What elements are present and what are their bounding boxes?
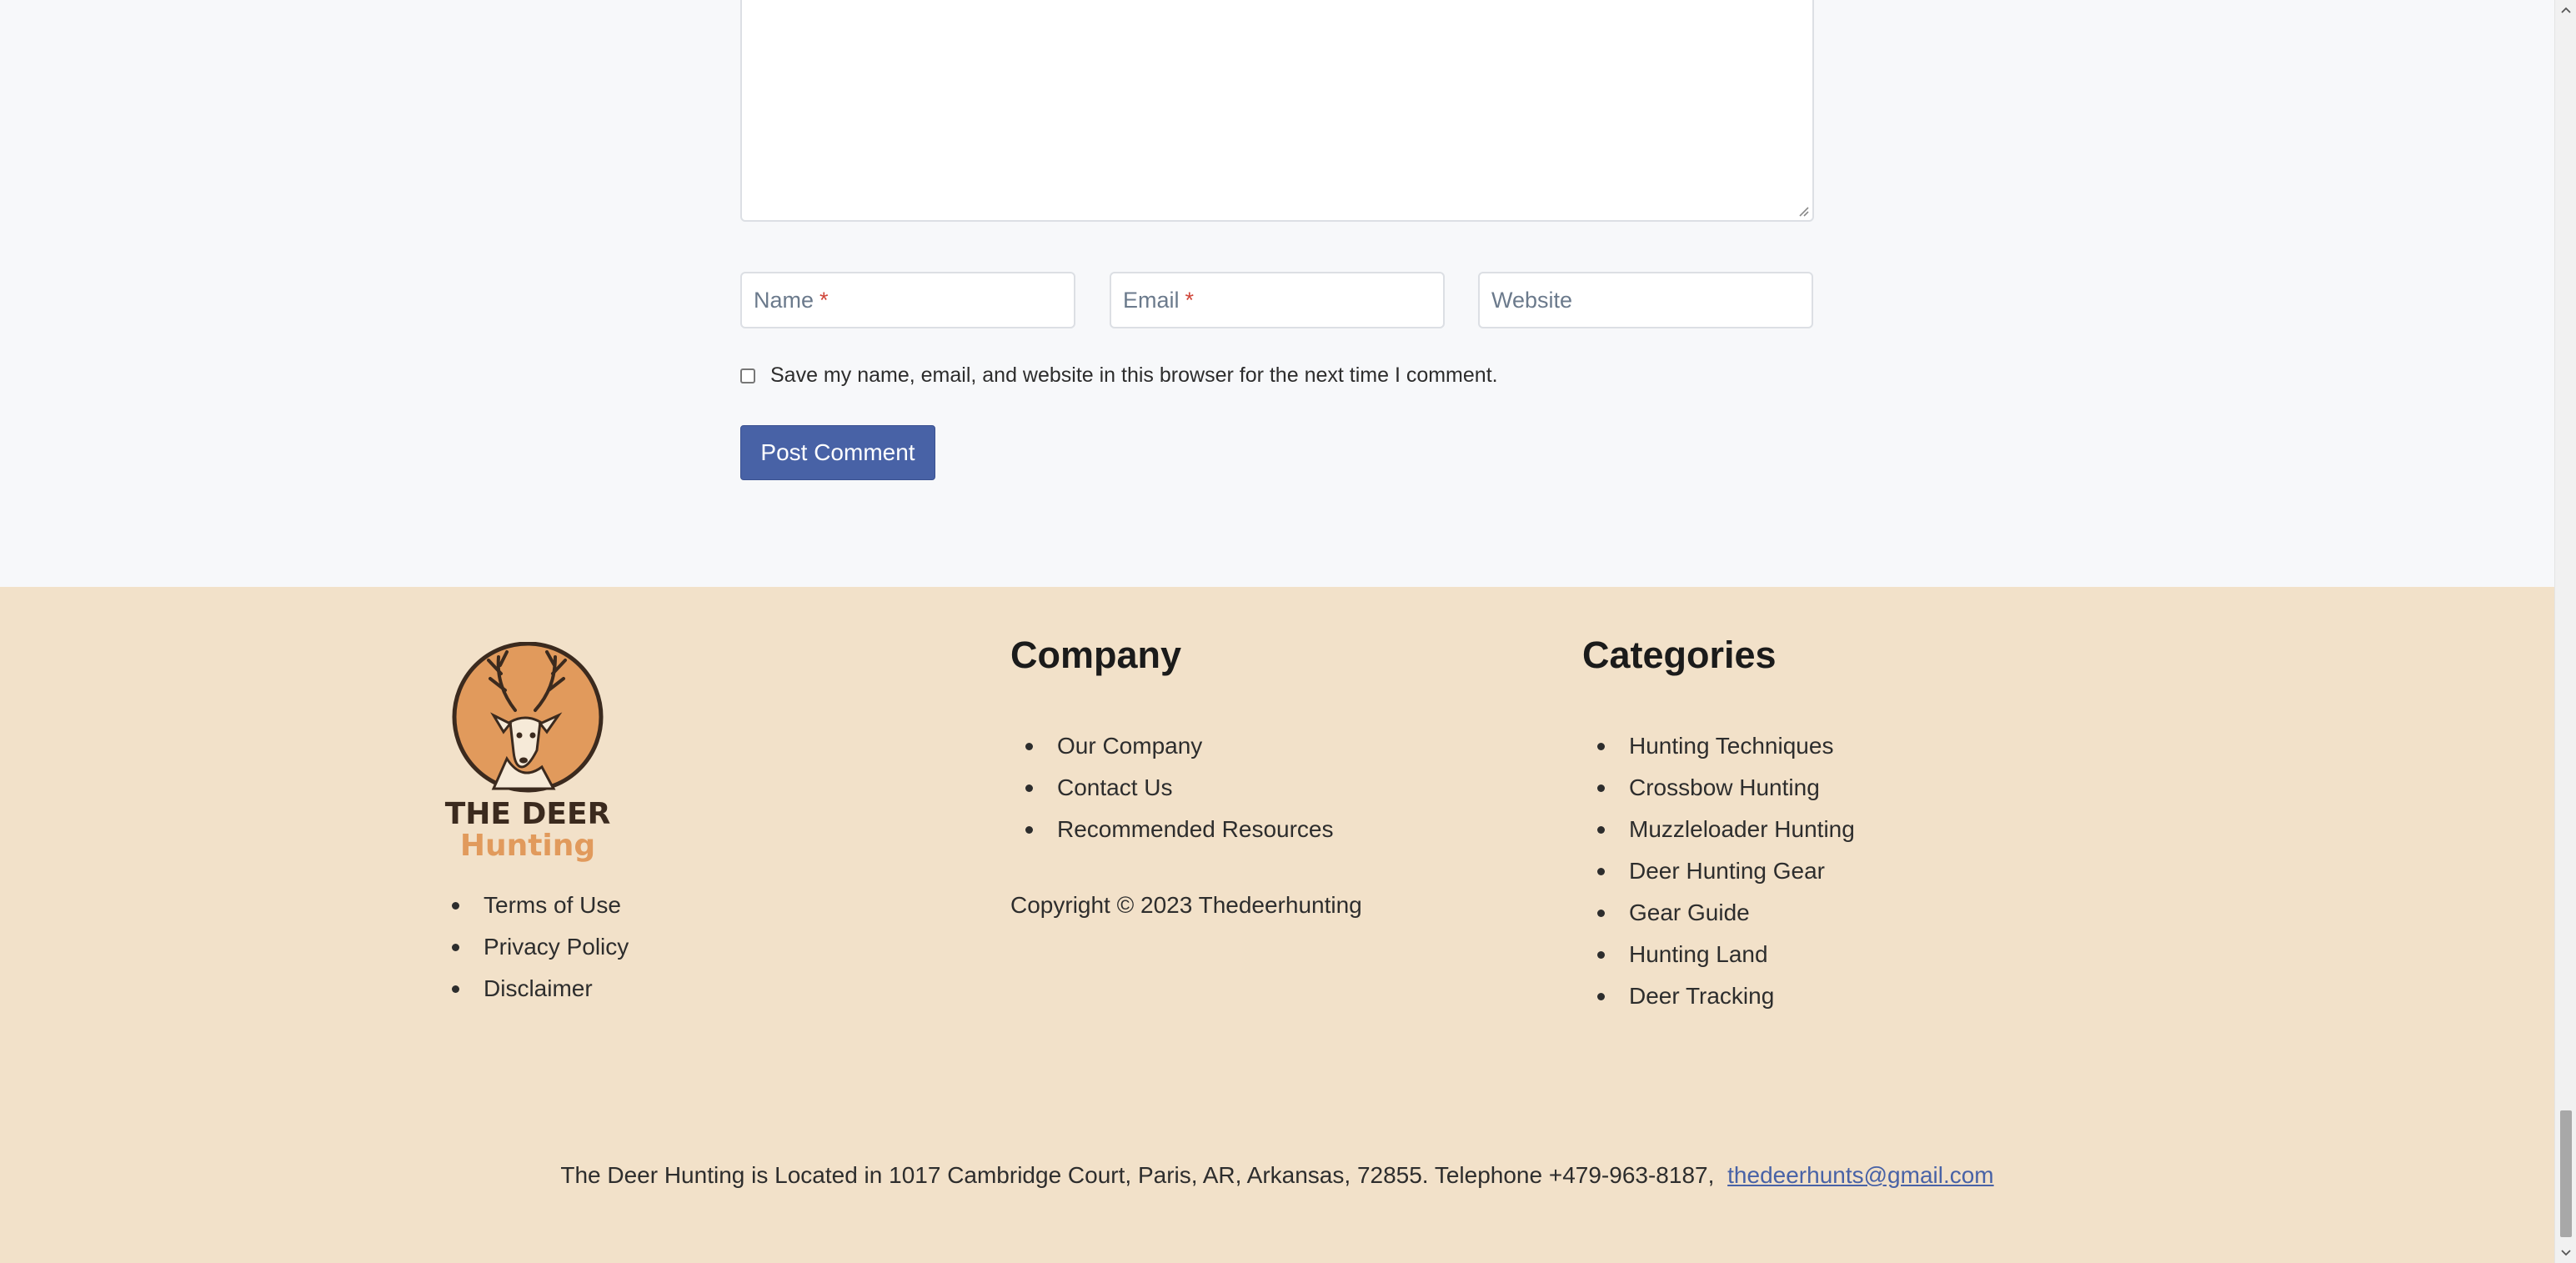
legal-links: Terms of Use Privacy Policy Disclaimer <box>437 885 629 1010</box>
site-footer: THE DEER Hunting Terms of Use Privacy Po… <box>0 587 2554 1263</box>
consent-checkbox[interactable] <box>740 368 755 383</box>
legal-link[interactable]: Disclaimer <box>437 968 629 1010</box>
post-comment-button[interactable]: Post Comment <box>740 425 935 480</box>
address-text: The Deer Hunting is Located in 1017 Camb… <box>560 1162 1715 1188</box>
vertical-scrollbar[interactable] <box>2554 0 2576 1263</box>
company-heading: Company <box>1010 634 1182 676</box>
logo-line2: Hunting <box>460 829 595 863</box>
company-link[interactable]: Our Company <box>1010 725 1334 767</box>
deer-head-logo[interactable]: THE DEER Hunting <box>439 642 617 864</box>
consent-row: Save my name, email, and website in this… <box>740 363 1498 388</box>
comment-textarea[interactable] <box>740 0 1814 222</box>
company-link[interactable]: Contact Us <box>1010 767 1334 809</box>
email-placeholder: Email <box>1123 287 1180 313</box>
category-link[interactable]: Gear Guide <box>1582 892 1855 934</box>
required-marker: * <box>819 287 829 313</box>
comment-form: Name * Email * Website Save my name, ema… <box>0 0 2554 587</box>
category-link[interactable]: Crossbow Hunting <box>1582 767 1855 809</box>
category-link[interactable]: Deer Hunting Gear <box>1582 850 1855 892</box>
copyright-text: Copyright © 2023 Thedeerhunting <box>1010 892 1362 918</box>
required-marker: * <box>1185 287 1195 313</box>
email-field[interactable]: Email * <box>1110 272 1445 328</box>
name-placeholder: Name <box>754 287 814 313</box>
company-links: Our Company Contact Us Recommended Resou… <box>1010 725 1334 850</box>
consent-label: Save my name, email, and website in this… <box>770 363 1498 387</box>
resize-grip-icon[interactable] <box>1797 205 1809 217</box>
logo-line1: THE DEER <box>445 797 611 831</box>
chevron-down-icon[interactable] <box>2555 1243 2576 1263</box>
email-link[interactable]: thedeerhunts@gmail.com <box>1727 1162 1993 1188</box>
category-link[interactable]: Hunting Techniques <box>1582 725 1855 767</box>
website-field[interactable]: Website <box>1478 272 1813 328</box>
category-link[interactable]: Hunting Land <box>1582 934 1855 975</box>
legal-link[interactable]: Privacy Policy <box>437 926 629 968</box>
legal-link[interactable]: Terms of Use <box>437 885 629 926</box>
name-field[interactable]: Name * <box>740 272 1075 328</box>
website-placeholder: Website <box>1491 287 1573 313</box>
chevron-up-icon[interactable] <box>2555 0 2576 20</box>
category-link[interactable]: Deer Tracking <box>1582 975 1855 1017</box>
category-links: Hunting Techniques Crossbow Hunting Muzz… <box>1582 725 1855 1017</box>
category-link[interactable]: Muzzleloader Hunting <box>1582 809 1855 850</box>
categories-heading: Categories <box>1582 634 1777 676</box>
address-line: The Deer Hunting is Located in 1017 Camb… <box>0 1162 2554 1189</box>
company-link[interactable]: Recommended Resources <box>1010 809 1334 850</box>
scroll-thumb[interactable] <box>2560 1110 2572 1237</box>
